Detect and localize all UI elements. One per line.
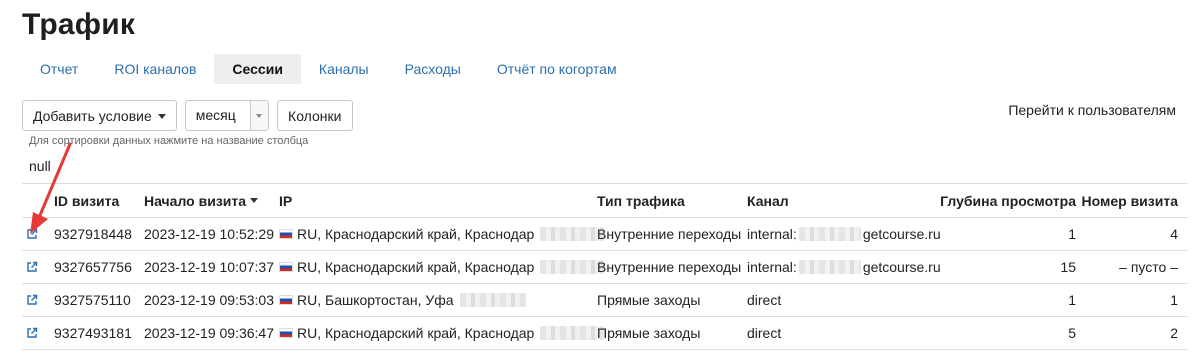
header-ip[interactable]: IP <box>279 184 292 217</box>
external-link-icon[interactable] <box>26 251 46 283</box>
russia-flag-icon <box>279 328 293 338</box>
tab-channels[interactable]: Каналы <box>301 54 387 84</box>
channel-cell: direct <box>747 317 781 349</box>
header-visit-id[interactable]: ID визита <box>54 184 119 217</box>
channel-cell: internal: getcourse.ru <box>747 251 941 283</box>
visit-number: 2 <box>1170 325 1178 341</box>
channel-suffix: getcourse.ru <box>862 259 941 275</box>
goto-users-link[interactable]: Перейти к пользователям <box>1008 102 1176 118</box>
columns-button[interactable]: Колонки <box>276 100 353 131</box>
visit-start: 2023-12-19 09:36:47 <box>144 325 274 341</box>
tab-sessions[interactable]: Сессии <box>214 54 301 84</box>
channel-cell: direct <box>747 284 781 316</box>
view-depth: 15 <box>1060 259 1076 275</box>
ip-location: RU, Краснодарский край, Краснодар <box>297 259 535 275</box>
ip-cell: RU, Краснодарский край, Краснодар <box>279 251 605 283</box>
chevron-down-icon <box>157 114 166 119</box>
channel-cell: internal: getcourse.ru <box>747 218 941 250</box>
visit-id: 9327493181 <box>54 325 132 341</box>
view-depth: 5 <box>1068 325 1076 341</box>
traffic-type: Внутренние переходы <box>597 226 742 242</box>
ip-cell: RU, Краснодарский край, Краснодар <box>279 317 605 349</box>
tab-bar: Отчет ROI каналов Сессии Каналы Расходы … <box>22 54 635 84</box>
redacted-ip <box>540 260 605 274</box>
tab-roi-channels[interactable]: ROI каналов <box>96 54 214 84</box>
visit-id: 9327657756 <box>54 259 132 275</box>
table-row: 9327575110 2023-12-19 09:53:03 RU, Башко… <box>22 284 1188 317</box>
external-link-icon[interactable] <box>26 218 46 250</box>
redacted-ip <box>540 326 605 340</box>
tab-report[interactable]: Отчет <box>22 54 96 84</box>
traffic-type: Внутренние переходы <box>597 259 742 275</box>
visit-id: 9327575110 <box>54 292 131 308</box>
select-arrow-icon[interactable] <box>249 101 268 130</box>
tab-expenses[interactable]: Расходы <box>387 54 479 84</box>
view-depth: 1 <box>1068 226 1076 242</box>
visit-number: 4 <box>1170 226 1178 242</box>
header-visit-start-label: Начало визита <box>144 192 247 209</box>
channel-prefix: direct <box>747 325 782 341</box>
ip-location: RU, Краснодарский край, Краснодар <box>297 226 535 242</box>
period-select[interactable]: месяц <box>184 100 269 131</box>
external-link-icon[interactable] <box>26 317 46 349</box>
channel-prefix: direct <box>747 292 782 308</box>
ip-cell: RU, Башкортостан, Уфа <box>279 284 526 316</box>
channel-suffix: getcourse.ru <box>862 226 941 242</box>
header-channel[interactable]: Канал <box>747 184 789 217</box>
tab-cohort-report[interactable]: Отчёт по когортам <box>479 54 635 84</box>
sort-hint: Для сортировки данных нажмите на названи… <box>29 135 309 147</box>
redacted-ip <box>540 227 605 241</box>
redacted-ip <box>459 293 526 307</box>
header-visit-start[interactable]: Начало визита <box>144 184 259 217</box>
sessions-table: ID визита Начало визита IP Тип трафика К… <box>22 183 1188 350</box>
channel-prefix: internal: <box>747 226 797 242</box>
visit-start: 2023-12-19 10:52:29 <box>144 226 274 242</box>
add-condition-button[interactable]: Добавить условие <box>22 100 177 131</box>
russia-flag-icon <box>279 262 293 272</box>
russia-flag-icon <box>279 295 293 305</box>
sort-desc-icon <box>250 198 259 203</box>
russia-flag-icon <box>279 229 293 239</box>
add-condition-label: Добавить условие <box>33 107 152 124</box>
null-text: null <box>29 158 51 174</box>
table-row: 9327918448 2023-12-19 10:52:29 RU, Красн… <box>22 218 1188 251</box>
redacted-channel <box>798 227 861 241</box>
visit-start: 2023-12-19 10:07:37 <box>144 259 274 275</box>
header-traffic-type[interactable]: Тип трафика <box>597 184 685 217</box>
page-title: Трафик <box>22 8 136 41</box>
visit-id: 9327918448 <box>54 226 132 242</box>
traffic-type: Прямые заходы <box>597 292 701 308</box>
period-select-value: месяц <box>195 107 236 123</box>
header-visit-number[interactable]: Номер визита <box>1082 184 1178 217</box>
visit-start: 2023-12-19 09:53:03 <box>144 292 274 308</box>
ip-cell: RU, Краснодарский край, Краснодар <box>279 218 605 250</box>
traffic-type: Прямые заходы <box>597 325 701 341</box>
visit-number: – пусто – <box>1119 259 1178 275</box>
ip-location: RU, Башкортостан, Уфа <box>297 292 454 308</box>
table-row: 9327493181 2023-12-19 09:36:47 RU, Красн… <box>22 317 1188 350</box>
toolbar: Добавить условие месяц Колонки <box>22 100 353 131</box>
header-view-depth[interactable]: Глубина просмотра <box>940 184 1076 217</box>
view-depth: 1 <box>1068 292 1076 308</box>
external-link-icon[interactable] <box>26 284 46 316</box>
table-header-row: ID визита Начало визита IP Тип трафика К… <box>22 184 1188 218</box>
redacted-channel <box>798 260 861 274</box>
table-row: 9327657756 2023-12-19 10:07:37 RU, Красн… <box>22 251 1188 284</box>
visit-number: 1 <box>1170 292 1178 308</box>
channel-prefix: internal: <box>747 259 797 275</box>
ip-location: RU, Краснодарский край, Краснодар <box>297 325 535 341</box>
